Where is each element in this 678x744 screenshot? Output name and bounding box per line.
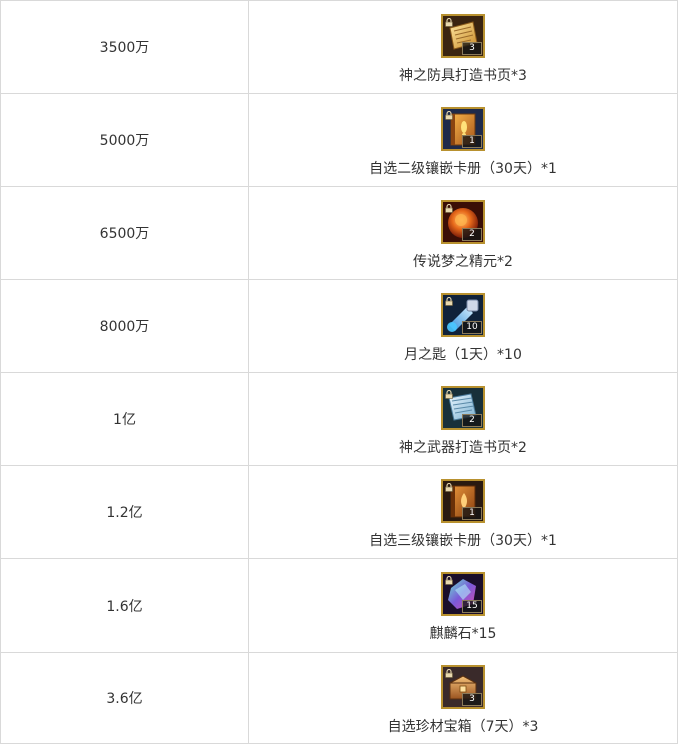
reward-cell: 1 自选三级镶嵌卡册（30天）*1 bbox=[248, 465, 678, 559]
score-cell: 5000万 bbox=[0, 93, 249, 187]
table-row: 1亿 2 神之武器打造书页*2 bbox=[0, 372, 678, 466]
treasure-chest-icon[interactable]: 3 bbox=[441, 664, 485, 709]
item-count-badge: 2 bbox=[462, 227, 482, 241]
item-count-badge: 1 bbox=[462, 506, 482, 520]
reward-name: 自选二级镶嵌卡册（30天）*1 bbox=[369, 160, 557, 177]
item-count-badge: 2 bbox=[462, 413, 482, 427]
table-row: 8000万 10 月之匙（1天）*10 bbox=[0, 279, 678, 373]
card-album-icon[interactable]: 1 bbox=[441, 478, 485, 523]
item-count-badge: 1 bbox=[462, 134, 482, 148]
reward-cell: 2 传说梦之精元*2 bbox=[248, 186, 678, 280]
reward-cell: 15 麒麟石*15 bbox=[248, 558, 678, 653]
reward-name: 神之防具打造书页*3 bbox=[399, 67, 527, 84]
dream-essence-icon[interactable]: 2 bbox=[441, 199, 485, 244]
table-row: 3.6亿 3 自选珍材宝箱（7天）*3 bbox=[0, 652, 678, 744]
table-row: 3500万 3 神之防具打造书页*3 bbox=[0, 0, 678, 94]
weapon-scroll-icon[interactable]: 2 bbox=[441, 385, 485, 430]
table-row: 5000万 1 自选二级镶嵌卡册（30天）*1 bbox=[0, 93, 678, 187]
table-row: 1.6亿 15 麒麟石*15 bbox=[0, 558, 678, 653]
score-cell: 6500万 bbox=[0, 186, 249, 280]
reward-table: 3500万 3 神之防具打造书页*3 5000万 1 自选二级镶嵌卡册（30天）… bbox=[0, 0, 678, 744]
reward-name: 月之匙（1天）*10 bbox=[404, 346, 522, 363]
reward-name: 麒麟石*15 bbox=[429, 626, 497, 642]
score-cell: 1亿 bbox=[0, 372, 249, 466]
table-row: 1.2亿 1 自选三级镶嵌卡册（30天）*1 bbox=[0, 465, 678, 559]
reward-cell: 3 神之防具打造书页*3 bbox=[248, 0, 678, 94]
score-cell: 1.6亿 bbox=[0, 558, 249, 653]
reward-cell: 2 神之武器打造书页*2 bbox=[248, 372, 678, 466]
reward-cell: 1 自选二级镶嵌卡册（30天）*1 bbox=[248, 93, 678, 187]
item-count-badge: 15 bbox=[462, 600, 482, 613]
reward-name: 传说梦之精元*2 bbox=[413, 253, 513, 270]
reward-name: 自选珍材宝箱（7天）*3 bbox=[387, 718, 539, 735]
reward-cell: 3 自选珍材宝箱（7天）*3 bbox=[248, 652, 678, 744]
score-cell: 3.6亿 bbox=[0, 652, 249, 744]
score-cell: 8000万 bbox=[0, 279, 249, 373]
moon-key-icon[interactable]: 10 bbox=[441, 292, 485, 337]
reward-name: 自选三级镶嵌卡册（30天）*1 bbox=[369, 532, 557, 549]
card-album-icon[interactable]: 1 bbox=[441, 106, 485, 151]
item-count-badge: 3 bbox=[462, 41, 482, 55]
reward-name: 神之武器打造书页*2 bbox=[399, 439, 527, 456]
item-count-badge: 10 bbox=[462, 320, 482, 334]
score-cell: 3500万 bbox=[0, 0, 249, 94]
score-cell: 1.2亿 bbox=[0, 465, 249, 559]
table-row: 6500万 2 传说梦之精元*2 bbox=[0, 186, 678, 280]
qilin-stone-icon[interactable]: 15 bbox=[441, 572, 485, 616]
reward-cell: 10 月之匙（1天）*10 bbox=[248, 279, 678, 373]
armor-scroll-icon[interactable]: 3 bbox=[441, 13, 485, 58]
item-count-badge: 3 bbox=[462, 692, 482, 706]
